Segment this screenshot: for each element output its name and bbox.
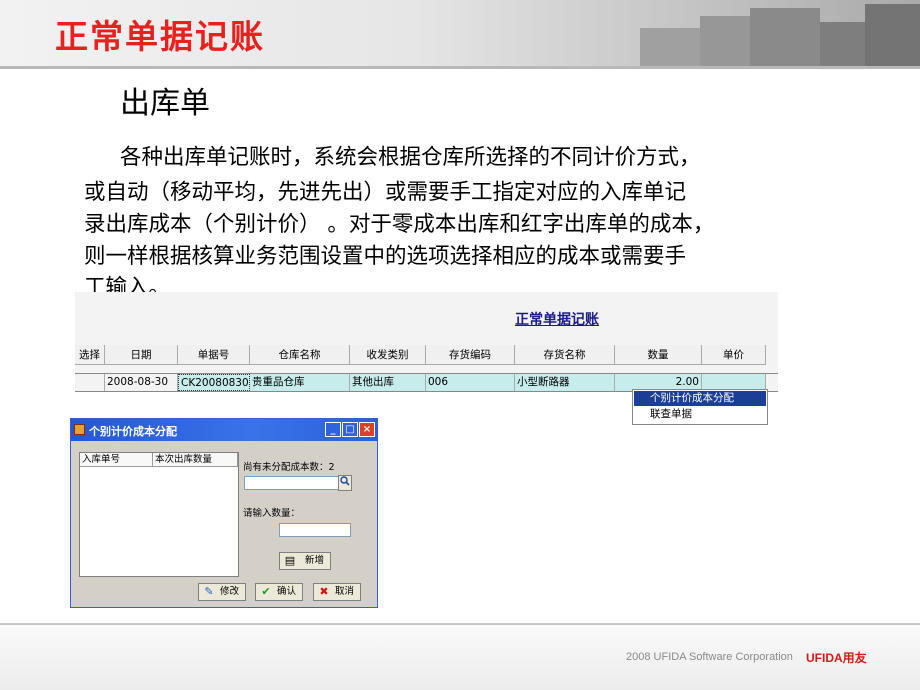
cell-select[interactable] [75,374,105,391]
cell-warehouse[interactable]: 贵重品仓库 [250,374,350,391]
remaining-label: 尚有未分配成本数：2 [243,462,335,473]
paragraph-line: 录出库成本（个别计价） 。对于零成本出库和红字出库单的成本， [84,212,715,237]
ledger-panel: 正常单据记账 选择 日期 单据号 仓库名称 收发类别 存货编码 存货名称 数量 … [75,292,778,392]
dialog-titlebar[interactable]: 个别计价成本分配 _ □ × [71,419,377,441]
quantity-label: 请输入数量： [243,508,301,519]
cancel-button-label: 取消 [334,586,354,597]
menu-item-cost-allocation[interactable]: 个别计价成本分配 [634,391,766,406]
building-graphic [640,28,700,66]
column-header-unit-price[interactable]: 单价 [702,345,766,365]
column-header-doc-no[interactable]: 单据号 [178,345,250,365]
paragraph-line: 或自动（移动平均，先进先出）或需要手工指定对应的入库单记 [84,180,687,205]
cell-io-type[interactable]: 其他出库 [350,374,426,391]
cell-item-name[interactable]: 小型断路器 [515,374,615,391]
paragraph-line: 各种出库单记账时，系统会根据仓库所选择的不同计价方式， [120,145,701,170]
ok-button[interactable]: ✔ 确认 [255,583,303,601]
building-graphic [700,16,750,66]
cancel-icon: ✖ [319,585,329,598]
inbound-search-input[interactable] [244,476,340,490]
inbound-list[interactable]: 入库单号 本次出库数量 [79,452,239,577]
maximize-icon[interactable]: □ [342,422,358,437]
cell-doc-no[interactable]: CK20080830001 [178,374,250,391]
building-graphic [820,22,865,66]
ledger-title: 正常单据记账 [515,312,599,328]
column-header-item-code[interactable]: 存货编码 [426,345,515,365]
column-header-select[interactable]: 选择 [75,345,105,365]
page-title: 正常单据记账 [55,17,265,56]
close-icon[interactable]: × [359,422,375,437]
ok-button-label: 确认 [276,586,296,597]
add-button-label: 新增 [304,555,324,566]
list-header-inbound-no[interactable]: 入库单号 [80,453,153,467]
copyright-text: 2008 UFIDA Software Corporation [626,651,793,663]
add-button[interactable]: ▤ 新增 [279,552,331,570]
column-header-warehouse[interactable]: 仓库名称 [250,345,350,365]
section-title: 出库单 [120,86,210,121]
column-header-date[interactable]: 日期 [105,345,178,365]
header-divider [0,66,920,69]
column-header-item-name[interactable]: 存货名称 [515,345,615,365]
search-icon[interactable] [338,475,352,491]
cost-allocation-dialog: 个别计价成本分配 _ □ × 入库单号 本次出库数量 尚有未分配成本数：2 请输… [70,418,378,608]
brand-logo: UFIDA用友 [806,651,867,665]
edit-button-label: 修改 [219,586,239,597]
context-menu: 个别计价成本分配 联查单据 [632,389,768,425]
building-graphic [865,4,920,66]
check-icon: ✔ [261,585,271,598]
edit-button[interactable]: ✎ 修改 [198,583,246,601]
cell-item-code[interactable]: 006 [426,374,515,391]
minimize-icon[interactable]: _ [325,422,341,437]
app-icon [74,424,85,435]
dialog-title: 个别计价成本分配 [89,425,177,438]
building-graphic [750,8,820,66]
header-banner: 正常单据记账 [0,0,920,66]
paragraph-line: 则一样根据核算业务范围设置中的选项选择相应的成本或需要手 [84,244,687,269]
menu-item-view-document[interactable]: 联查单据 [634,407,766,422]
cancel-button[interactable]: ✖ 取消 [313,583,361,601]
column-header-io-type[interactable]: 收发类别 [350,345,426,365]
table-header: 选择 日期 单据号 仓库名称 收发类别 存货编码 存货名称 数量 单价 [75,345,778,365]
cell-date[interactable]: 2008-08-30 [105,374,178,391]
quantity-input[interactable] [279,523,351,537]
add-icon: ▤ [284,554,296,567]
list-header-out-qty[interactable]: 本次出库数量 [153,453,238,467]
column-header-quantity[interactable]: 数量 [615,345,702,365]
edit-icon: ✎ [204,585,214,598]
